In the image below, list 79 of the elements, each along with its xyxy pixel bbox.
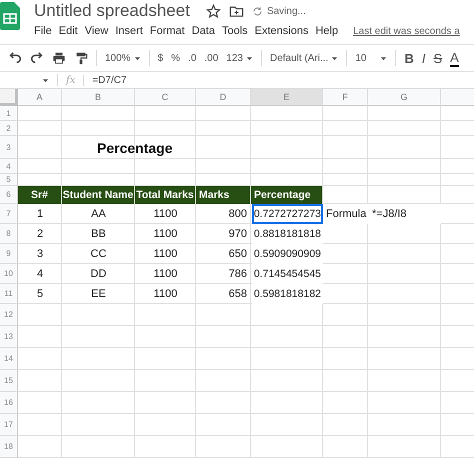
menu-item[interactable]: File: [34, 25, 52, 37]
table-cell-text: 1: [36, 207, 44, 222]
number-format-dropdown[interactable]: 123: [226, 52, 253, 64]
row-header[interactable]: 4: [0, 159, 18, 174]
table-header: Total Marks: [135, 186, 196, 204]
percent-button[interactable]: %: [171, 52, 180, 64]
table-cell[interactable]: 0.7145454545: [252, 264, 323, 284]
table-header: Student Name: [62, 186, 135, 204]
column-header[interactable]: F: [323, 89, 368, 106]
strikethrough-button[interactable]: S: [433, 50, 442, 66]
paint-format-icon[interactable]: [74, 51, 88, 65]
font-dropdown[interactable]: Default (Ari...: [270, 52, 338, 64]
function-label: fx: [58, 74, 84, 86]
text-color-button[interactable]: A: [450, 50, 459, 66]
menu-item[interactable]: Edit: [58, 25, 78, 37]
menu-item[interactable]: Insert: [115, 25, 143, 37]
bold-button[interactable]: B: [404, 50, 414, 66]
table-cell-text: 1100: [152, 247, 178, 262]
table-cell[interactable]: 0.5981818182: [252, 284, 323, 304]
column-header[interactable]: B: [62, 89, 135, 106]
column-header[interactable]: A: [18, 89, 62, 106]
table-cell-text: 786: [228, 267, 248, 282]
sync-icon: [252, 6, 263, 16]
table-cell-text: 800: [228, 207, 248, 222]
table-cell-text: 658: [228, 287, 248, 302]
row-header[interactable]: 1: [0, 106, 18, 121]
formula-note: *=J8/I8: [368, 204, 441, 224]
zoom-dropdown[interactable]: 100%: [105, 52, 141, 64]
star-icon[interactable]: [206, 4, 221, 18]
table-header: Percentage: [251, 186, 323, 204]
table-cell-text: 650: [228, 247, 248, 262]
table-cell-text: 2: [36, 227, 44, 242]
table-cell-text: AA: [90, 207, 107, 222]
caret-icon: [380, 54, 388, 62]
table-cell-text: 1100: [152, 207, 178, 222]
sheet-title: Percentage: [96, 138, 174, 158]
table-header: Sr#: [18, 186, 62, 204]
table-cell[interactable]: 0.5909090909: [252, 244, 323, 264]
caret-icon: [246, 54, 253, 62]
caret-icon: [134, 54, 141, 62]
table-cell-text: 3: [36, 247, 44, 262]
table-cell[interactable]: 0.8818181818: [252, 224, 323, 244]
table-cell-text: 970: [228, 227, 248, 242]
column-header[interactable]: C: [135, 89, 196, 106]
folder-icon[interactable]: [228, 4, 244, 18]
menu-item[interactable]: Tools: [222, 25, 248, 37]
decrease-decimal-button[interactable]: .0: [188, 52, 196, 64]
italic-button[interactable]: I: [422, 50, 426, 66]
font-size-dropdown[interactable]: 10: [355, 52, 388, 64]
menu-item[interactable]: Data: [192, 25, 215, 37]
menu-item[interactable]: Format: [150, 25, 185, 37]
currency-button[interactable]: $: [158, 52, 164, 64]
increase-decimal-button[interactable]: .00: [204, 52, 218, 64]
menu-item[interactable]: View: [84, 25, 108, 37]
formula-field[interactable]: =D7/C7: [84, 74, 127, 86]
table-cell-text: 5: [36, 287, 44, 302]
table-header: Marks: [196, 186, 251, 204]
column-header[interactable]: D: [196, 89, 251, 106]
table-cell-text: 1100: [152, 287, 178, 302]
last-edit-link[interactable]: Last edit was seconds a: [353, 26, 460, 36]
table-cell-text: CC: [90, 247, 108, 262]
print-icon[interactable]: [52, 51, 66, 65]
table-cell-text: 1100: [152, 227, 178, 242]
table-cell[interactable]: 0.7272727273: [252, 204, 323, 224]
menu-item[interactable]: Extensions: [254, 25, 308, 37]
table-cell-text: DD: [90, 267, 108, 282]
saving-status: Saving...: [266, 6, 306, 16]
table-cell-text: 1100: [152, 267, 178, 282]
undo-icon[interactable]: [8, 51, 22, 65]
column-header[interactable]: G: [368, 89, 441, 106]
table-cell-text: EE: [90, 287, 107, 302]
formula-label: Formula: [323, 204, 368, 224]
caret-icon: [331, 54, 338, 62]
table-cell-text: 4: [36, 267, 44, 282]
menu-item[interactable]: Help: [315, 25, 338, 37]
redo-icon[interactable]: [30, 51, 44, 65]
sheets-logo-icon[interactable]: [0, 2, 20, 30]
document-title[interactable]: Untitled spreadsheet: [34, 1, 190, 21]
table-cell-text: BB: [90, 227, 107, 242]
